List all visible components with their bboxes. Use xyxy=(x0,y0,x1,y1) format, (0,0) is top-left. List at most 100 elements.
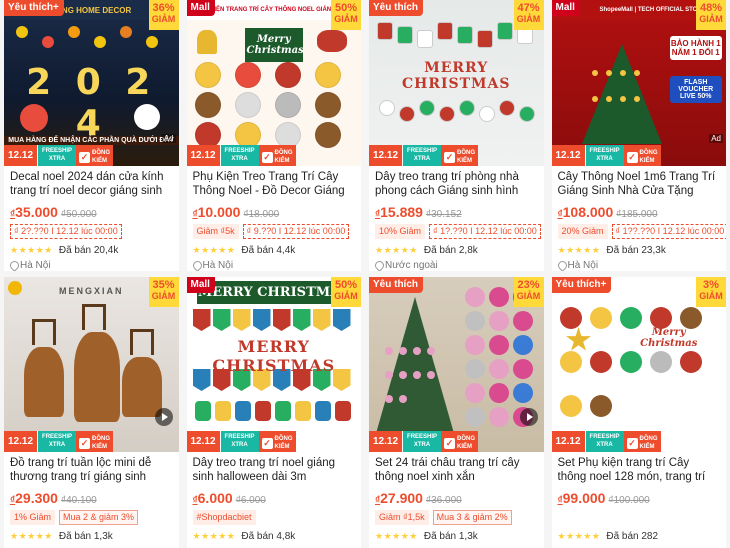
house-icon xyxy=(477,30,493,48)
ornament-icon xyxy=(459,100,475,116)
sale-price: ₫6.000 xyxy=(193,490,233,506)
product-card[interactable]: Merry Christmas Yêu thích+ 3% GIẢM 12.12 FREE… xyxy=(551,277,726,548)
product-card[interactable]: MENGXIAN 35% GIẢM 12.12 FREESHIP XTRA ✓ ĐỒNG KIỂ… xyxy=(4,277,179,548)
original-price: ₫185.000 xyxy=(616,209,658,220)
rating-sold-row: ★★★★★ Đã bán 23,3k xyxy=(558,245,721,256)
bauble-icon xyxy=(427,371,435,379)
discount-badge: 50% GIẢM xyxy=(331,277,361,307)
sold-count: Đã bán 1,3k xyxy=(58,531,113,542)
freeship-badge: FREESHIP XTRA xyxy=(585,431,624,452)
bauble-icon xyxy=(399,347,407,355)
star-rating-icon: ★★★★★ xyxy=(192,245,236,255)
product-title[interactable]: Decal noel 2024 dán cửa kính trang trí n… xyxy=(10,170,173,198)
product-image[interactable]: Merry Christmas Yêu thích+ 3% GIẢM 12.12 FREE… xyxy=(551,277,726,452)
discount-word: GIẢM xyxy=(334,291,358,301)
play-video-icon[interactable] xyxy=(154,408,173,426)
original-price: ₫40.100 xyxy=(60,495,97,506)
house-icon xyxy=(437,22,453,40)
sold-count: Đã bán 2,8k xyxy=(423,245,478,256)
ornament-icon xyxy=(649,307,672,329)
bauble-icon xyxy=(465,407,485,427)
freeship-badge: FREESHIP XTRA xyxy=(220,145,259,166)
banner-text: MERRY CHRISTMAS xyxy=(212,337,336,375)
price-guarantee-badge: ✓ ĐỒNG KIỂM xyxy=(76,431,114,452)
freeship-text: FREESHIP xyxy=(589,434,620,440)
product-title[interactable]: Set 24 trái châu trang trí cây thông noe… xyxy=(375,456,538,484)
promo-strip: 12.12 FREESHIP XTRA ✓ ĐỒNG KIỂM xyxy=(186,431,362,452)
product-image[interactable]: Yêu thích 23% GIẢM 12.12 FREESHIP XTRA ✓ ĐỒNG KI… xyxy=(369,277,544,452)
product-title[interactable]: Set Phụ kiện trang trí Cây thông noel 12… xyxy=(558,456,721,484)
reindeer-icon xyxy=(74,332,120,422)
xtra-text: XTRA xyxy=(48,442,66,448)
sale-date-badge: 12.12 xyxy=(186,145,221,166)
bauble-icon xyxy=(413,371,421,379)
product-image[interactable]: PHỤ KIỆN TRANG TRÍ CÂY THÔNG NOEL GIÁNG … xyxy=(186,0,362,166)
location-text: Hà Nội xyxy=(202,260,234,271)
product-image[interactable]: ShopeeMall | TECH OFFICIAL STORE BẢO HÀNH… xyxy=(551,0,727,166)
product-image[interactable]: MERRY CHRISTMAS Yêu thích 47% GIẢM 12.12 FREE… xyxy=(369,0,544,166)
product-title[interactable]: Đồ trang trí tuần lộc mini dễ thương tra… xyxy=(10,456,173,484)
sale-price: ₫29.300 xyxy=(10,490,58,506)
xtra-text: XTRA xyxy=(231,156,248,162)
guarantee-text: KIỂM xyxy=(274,444,290,450)
freeship-badge: FREESHIP XTRA xyxy=(220,431,259,452)
star-rating-icon: ★★★★★ xyxy=(557,245,601,255)
product-image[interactable]: TUNG HOME DECOR 2 0 2 4 MUA HÀNG ĐỂ NHẬN C… xyxy=(4,0,179,166)
ornament-icon xyxy=(146,36,158,48)
gnome-icon xyxy=(234,401,251,421)
discount-badge: 36% GIẢM xyxy=(148,0,179,30)
price-guarantee-badge: ✓ ĐỒNG KIỂM xyxy=(258,145,296,166)
check-icon: ✓ xyxy=(261,151,273,163)
discount-word: GIẢM xyxy=(151,291,176,301)
product-card[interactable]: MERRY CHRISTMAS MERRY CHRISTMAS Mall 50% GIẢ… xyxy=(186,277,362,548)
product-card[interactable]: MERRY CHRISTMAS Yêu thích 47% GIẢM 12.12 FREE… xyxy=(369,0,544,271)
product-card[interactable]: PHỤ KIỆN TRANG TRÍ CÂY THÔNG NOEL GIÁNG … xyxy=(186,0,362,271)
product-title[interactable]: Dây treo trang trí phòng nhà phong cách … xyxy=(375,170,538,198)
product-info: Đồ trang trí tuần lộc mini dễ thương tra… xyxy=(4,452,179,548)
discount-badge: 47% GIẢM xyxy=(513,0,544,30)
christmas-tree-icon xyxy=(375,297,455,437)
product-title[interactable]: Phụ Kiện Treo Trang Trí Cây Thông Noel -… xyxy=(193,170,356,198)
voucher-tag: Giảm ₫5k xyxy=(192,224,239,239)
antlers-icon xyxy=(130,329,154,355)
rating-sold-row: ★★★★★ Đã bán 4,4k xyxy=(193,245,356,256)
ornament-icon xyxy=(589,307,612,329)
product-title[interactable]: Cây Thông Noel 1m6 Trang Trí Giáng Sinh … xyxy=(558,170,721,198)
antlers-icon xyxy=(32,319,56,345)
play-video-icon[interactable] xyxy=(519,408,538,426)
ornament-icon xyxy=(234,92,261,118)
freeship-text: FREESHIP xyxy=(407,434,438,440)
sale-date-badge: 12.12 xyxy=(4,145,39,166)
promo-tags: Giảm ₫5k ₫ 9.??0 I 12.12 lúc 00:00 xyxy=(192,224,356,240)
product-info: Set 24 trái châu trang trí cây thông noe… xyxy=(369,452,544,548)
light-icon xyxy=(619,70,626,76)
price-amount: 10.000 xyxy=(197,204,241,220)
guarantee-text: KIỂM xyxy=(639,444,655,450)
sale-price: ₫35.000 xyxy=(10,204,58,220)
freeship-badge: FREESHIP XTRA xyxy=(403,431,442,452)
guarantee-text: ĐỒNG xyxy=(457,150,476,156)
ornament-icon xyxy=(379,100,395,116)
product-card[interactable]: ShopeeMall | TECH OFFICIAL STORE BẢO HÀNH… xyxy=(551,0,727,271)
shop-logo-icon xyxy=(8,281,22,295)
product-image[interactable]: MERRY CHRISTMAS MERRY CHRISTMAS Mall 50% GIẢ… xyxy=(186,277,362,452)
light-icon xyxy=(633,96,640,102)
promo-strip: 12.12 FREESHIP XTRA ✓ ĐỒNG KIỂM xyxy=(551,145,727,166)
promo-strip: 12.12 FREESHIP XTRA ✓ ĐỒNG KIỂM xyxy=(186,145,362,166)
guarantee-text: KIỂM xyxy=(639,158,655,164)
discount-badge: 23% GIẢM xyxy=(513,277,544,307)
check-icon: ✓ xyxy=(626,437,638,449)
sale-date-badge: 12.12 xyxy=(551,145,586,166)
freeship-text: FREESHIP xyxy=(224,148,255,154)
ornament-icon xyxy=(679,351,702,373)
product-image[interactable]: MENGXIAN 35% GIẢM 12.12 FREESHIP XTRA ✓ ĐỒNG KIỂ… xyxy=(4,277,179,452)
ornament-icon xyxy=(120,26,132,38)
product-title[interactable]: Dây treo trang trí noel giáng sinh hallo… xyxy=(193,456,356,484)
xtra-text: XTRA xyxy=(596,442,613,448)
sale-price: ₫99.000 xyxy=(558,490,606,506)
voucher-tag: Giảm ₫1,5k xyxy=(375,510,429,525)
product-card[interactable]: TUNG HOME DECOR 2 0 2 4 MUA HÀNG ĐỂ NHẬN C… xyxy=(4,0,179,271)
voucher-tag: Mua 3 & giảm 2% xyxy=(432,510,512,525)
guarantee-text: ĐỒNG xyxy=(639,436,658,442)
product-card[interactable]: Yêu thích 23% GIẢM 12.12 FREESHIP XTRA ✓ ĐỒNG KI… xyxy=(369,277,544,548)
